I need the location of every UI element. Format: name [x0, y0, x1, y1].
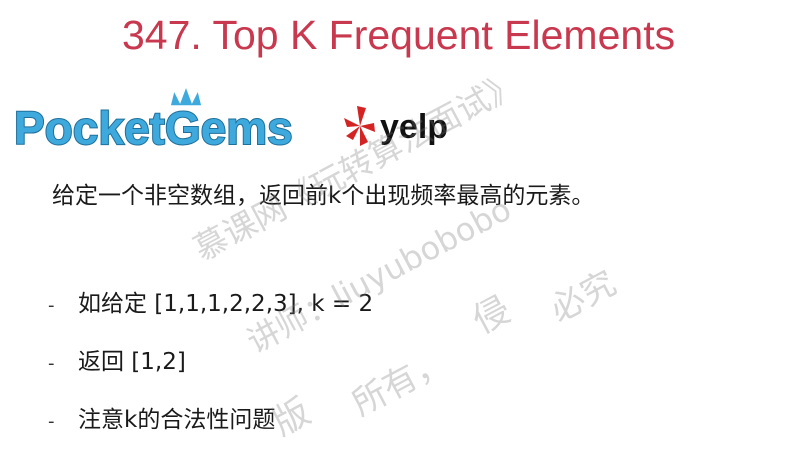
- bullet-dash: -: [48, 295, 55, 316]
- pocket-gems-logo: PocketGems: [13, 84, 294, 155]
- slide-title: 347. Top K Frequent Elements: [122, 12, 676, 58]
- problem-description: 给定一个非空数组，返回前k个出现频率最高的元素。: [52, 183, 595, 209]
- yelp-burst-icon: [344, 106, 375, 146]
- watermark-line: 必究: [543, 263, 623, 331]
- yelp-logo: yelp: [344, 106, 448, 146]
- bullet-item: - 返回 [1,2]: [48, 342, 373, 400]
- bullet-item: - 注意k的合法性问题: [48, 400, 373, 458]
- watermark-line: 侵: [466, 289, 518, 343]
- pocket-gems-wordmark: PocketGems: [14, 102, 293, 154]
- yelp-wordmark: yelp: [380, 108, 448, 146]
- bullet-dash: -: [48, 411, 55, 432]
- bullet-list: - 如给定 [1,1,1,2,2,3], k = 2 - 返回 [1,2] - 注意k…: [48, 284, 373, 458]
- bullet-text: 如给定 [1,1,1,2,2,3], k = 2: [78, 291, 374, 317]
- bullet-text: 注意k的合法性问题: [78, 407, 276, 433]
- bullet-item: - 如给定 [1,1,1,2,2,3], k = 2: [48, 284, 373, 342]
- bullet-dash: -: [48, 353, 55, 374]
- bullet-text: 返回 [1,2]: [78, 349, 186, 375]
